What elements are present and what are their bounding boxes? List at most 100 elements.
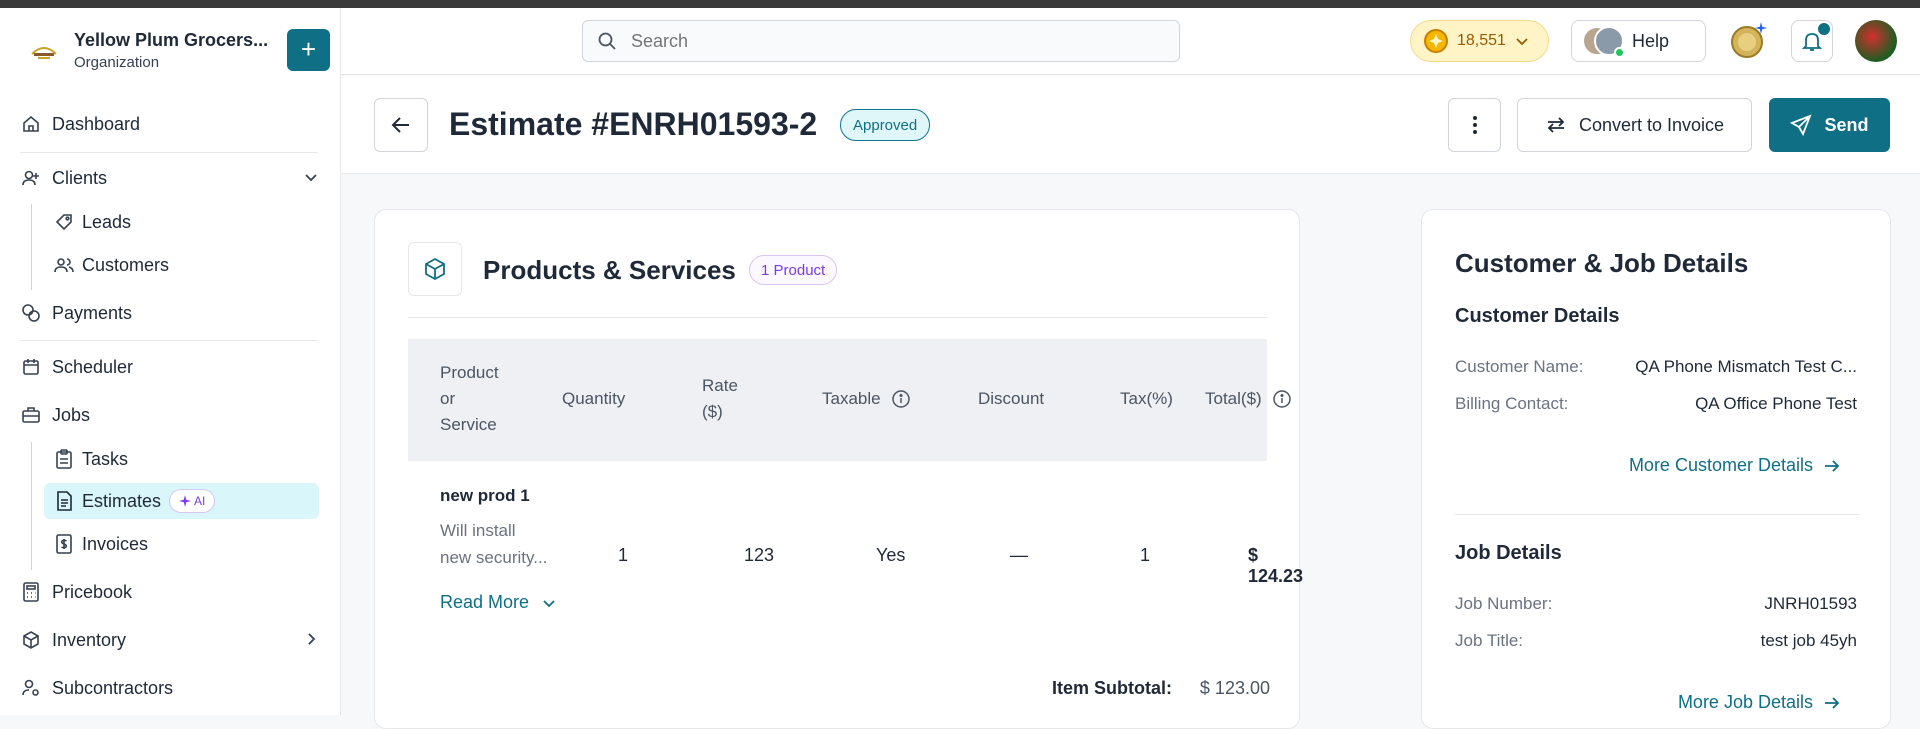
cell-taxable: Yes: [876, 545, 906, 565]
arrow-right-icon: [1825, 696, 1840, 709]
chevron-down-icon: [1516, 38, 1528, 46]
ai-badge-label: AI: [194, 494, 206, 508]
sidebar-item-label: Jobs: [52, 404, 91, 425]
products-services-card: Products & Services 1 Product Product or…: [374, 209, 1303, 729]
sidebar-item-label: Dashboard: [52, 113, 141, 134]
user-settings-icon: [20, 677, 42, 699]
table-header: Product or Service Quantity Rate ($) Tax…: [408, 339, 1291, 461]
customer-name-label: Customer Name:: [1455, 357, 1584, 376]
column-header-discount: Discount: [978, 389, 1045, 408]
column-header-taxable: Taxable: [822, 386, 911, 412]
more-options-button[interactable]: [1448, 98, 1501, 152]
sidebar-item-dashboard[interactable]: Dashboard: [20, 106, 330, 142]
info-icon[interactable]: [891, 389, 911, 409]
header-text: ($): [702, 402, 723, 421]
more-customer-details-link[interactable]: More Customer Details: [1629, 455, 1841, 476]
chevron-down-icon[interactable]: [302, 168, 320, 191]
header-text: Total($): [1205, 389, 1262, 408]
add-button[interactable]: +: [287, 29, 330, 71]
notification-dot: [1818, 23, 1830, 35]
header-text: Rate: [702, 376, 738, 395]
calculator-icon: [20, 581, 42, 603]
arrow-right-icon: [1825, 459, 1840, 472]
home-icon: [20, 113, 42, 135]
sidebar-item-label: Pricebook: [52, 581, 133, 602]
sidebar-item-invoices[interactable]: Invoices: [54, 526, 329, 562]
header-text: Product: [440, 363, 499, 382]
sidebar-item-label: Invoices: [82, 533, 149, 554]
chevron-right-icon[interactable]: [302, 630, 320, 653]
help-label: Help: [1632, 30, 1670, 51]
item-subtotal-value: $ 123.00: [1199, 678, 1270, 698]
cell-discount: —: [1010, 545, 1028, 565]
page-header: Estimate #ENRH01593-2 Approved Convert t…: [341, 76, 1920, 174]
invoice-icon: [54, 534, 74, 554]
coin-icon: [1424, 29, 1448, 53]
chevron-down-icon: [543, 599, 555, 607]
send-button[interactable]: Send: [1769, 98, 1890, 152]
billing-contact-label: Billing Contact:: [1455, 394, 1569, 413]
sidebar-item-scheduler[interactable]: Scheduler: [20, 349, 330, 385]
page-title: Estimate #ENRH01593-2: [449, 106, 818, 142]
sidebar: Yellow Plum Grocers... Organization + Da…: [0, 8, 341, 715]
job-number-value: JNRH01593: [1764, 594, 1857, 613]
search-box[interactable]: [582, 20, 1180, 62]
card-divider: [408, 317, 1267, 318]
sidebar-item-clients[interactable]: Clients: [20, 160, 330, 196]
product-name: new prod 1: [440, 486, 530, 505]
sidebar-item-customers[interactable]: Customers: [54, 247, 329, 283]
user-avatar[interactable]: [1855, 20, 1897, 62]
organization-name: Yellow Plum Grocers...: [74, 30, 269, 50]
product-description: Will install new security...: [440, 517, 570, 571]
help-button[interactable]: Help: [1571, 20, 1706, 62]
column-header-rate: Rate ($): [702, 373, 738, 425]
arrow-left-icon: [391, 117, 409, 133]
customer-job-details-card: Customer & Job Details Customer Details …: [1421, 209, 1891, 729]
calendar-icon: [20, 356, 42, 378]
rewards-button[interactable]: [1726, 20, 1768, 62]
convert-to-invoice-button[interactable]: Convert to Invoice: [1517, 98, 1752, 152]
sidebar-item-pricebook[interactable]: Pricebook: [20, 574, 330, 610]
sidebar-item-jobs[interactable]: Jobs: [20, 397, 330, 433]
support-avatars: [1582, 25, 1625, 58]
column-header-product: Product or Service: [440, 360, 499, 438]
sidebar-item-label: Subcontractors: [52, 677, 174, 698]
notifications-button[interactable]: [1791, 20, 1833, 62]
products-title: Products & Services: [483, 255, 736, 285]
search-input[interactable]: [631, 30, 1151, 52]
job-details-heading: Job Details: [1455, 542, 1562, 564]
send-label: Send: [1824, 114, 1869, 135]
section-divider: [1455, 514, 1859, 515]
billing-contact-value: QA Office Phone Test: [1695, 394, 1857, 413]
header-text: Taxable: [822, 389, 881, 408]
more-vertical-icon: [1472, 116, 1477, 134]
back-button[interactable]: [374, 98, 428, 152]
user-plus-icon: [20, 167, 42, 189]
coins-count: 18,551: [1457, 32, 1506, 49]
sidebar-subtree-line: [31, 442, 32, 570]
sidebar-item-tasks[interactable]: Tasks: [54, 441, 329, 477]
sidebar-item-label: Tasks: [82, 448, 129, 469]
sidebar-divider: [20, 152, 318, 153]
coins-balance-button[interactable]: 18,551: [1410, 20, 1549, 62]
product-icon-box: [408, 242, 462, 296]
column-header-tax: Tax(%): [1120, 389, 1173, 408]
column-header-total: Total($): [1205, 386, 1292, 412]
organization-logo: [31, 47, 57, 59]
organization-switcher[interactable]: Yellow Plum Grocers... Organization +: [22, 28, 332, 78]
organization-subtitle: Organization: [74, 54, 160, 71]
box-icon: [20, 629, 42, 651]
online-status-dot: [1614, 47, 1625, 58]
sidebar-item-estimates[interactable]: Estimates AI: [44, 483, 319, 519]
window-top-strip: [0, 0, 1920, 8]
info-icon[interactable]: [1272, 389, 1292, 409]
sidebar-item-leads[interactable]: Leads: [54, 204, 329, 240]
sidebar-item-inventory[interactable]: Inventory: [20, 622, 330, 658]
convert-label: Convert to Invoice: [1578, 114, 1725, 135]
ai-badge: AI: [169, 489, 216, 513]
read-more-button[interactable]: Read More: [440, 592, 557, 613]
sidebar-item-subcontractors[interactable]: Subcontractors: [20, 670, 330, 706]
sidebar-subtree-line: [31, 204, 32, 290]
sidebar-item-payments[interactable]: Payments: [20, 295, 330, 331]
more-job-details-link[interactable]: More Job Details: [1678, 692, 1841, 713]
